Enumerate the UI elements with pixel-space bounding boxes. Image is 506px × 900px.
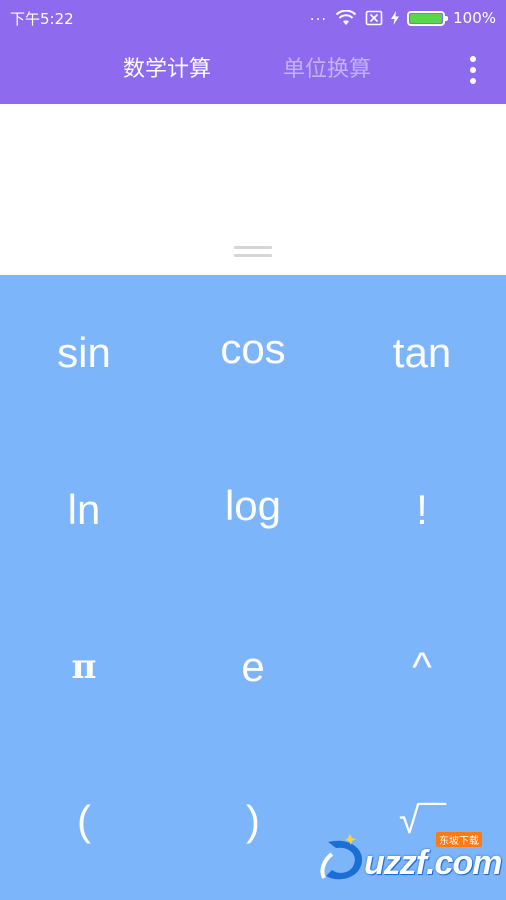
key-factorial[interactable]: !: [338, 432, 506, 588]
menu-dot: [470, 78, 476, 84]
tab-math[interactable]: 数学计算: [123, 55, 211, 85]
menu-dot: [470, 67, 476, 73]
battery-fill: [410, 13, 443, 23]
status-time: 下午5:22: [10, 9, 74, 28]
battery-percent: 100%: [453, 9, 496, 27]
status-bar: 下午5:22 ... 100%: [0, 0, 506, 36]
tab-unit-conversion[interactable]: 单位换算: [283, 55, 371, 85]
key-left-paren[interactable]: (: [0, 743, 168, 899]
key-power[interactable]: ^: [338, 589, 506, 745]
key-ln[interactable]: ln: [0, 432, 168, 588]
app-bar: 数学计算 单位换算: [0, 36, 506, 104]
drag-handle-icon[interactable]: [234, 246, 272, 260]
handle-line: [234, 254, 272, 257]
battery-icon: [407, 10, 449, 26]
watermark-tag: 东坡下载: [436, 832, 482, 847]
watermark-logo: [320, 834, 363, 880]
menu-dot: [470, 56, 476, 62]
key-right-paren[interactable]: ): [169, 743, 337, 899]
key-pi[interactable]: π: [0, 589, 168, 745]
key-e[interactable]: e: [169, 589, 337, 745]
key-sin[interactable]: sin: [0, 275, 168, 431]
key-log[interactable]: log: [169, 428, 337, 584]
signal-dots-icon: ...: [309, 5, 328, 24]
key-tan[interactable]: tan: [338, 275, 506, 431]
site-watermark: uzzf.com 东坡下载: [318, 830, 502, 890]
wifi-icon: [335, 10, 357, 26]
status-icons: ... 100%: [309, 5, 496, 27]
no-sim-icon: [365, 10, 383, 26]
handle-line: [234, 246, 272, 249]
more-vert-icon[interactable]: [468, 56, 478, 84]
key-cos[interactable]: cos: [169, 271, 337, 427]
watermark-text: uzzf.com: [364, 844, 502, 882]
expression-display[interactable]: [0, 104, 506, 275]
scientific-keypad: sin cos tan ln log ! π e ^ ( ) √‾‾: [0, 275, 506, 900]
charging-icon: [391, 11, 400, 25]
